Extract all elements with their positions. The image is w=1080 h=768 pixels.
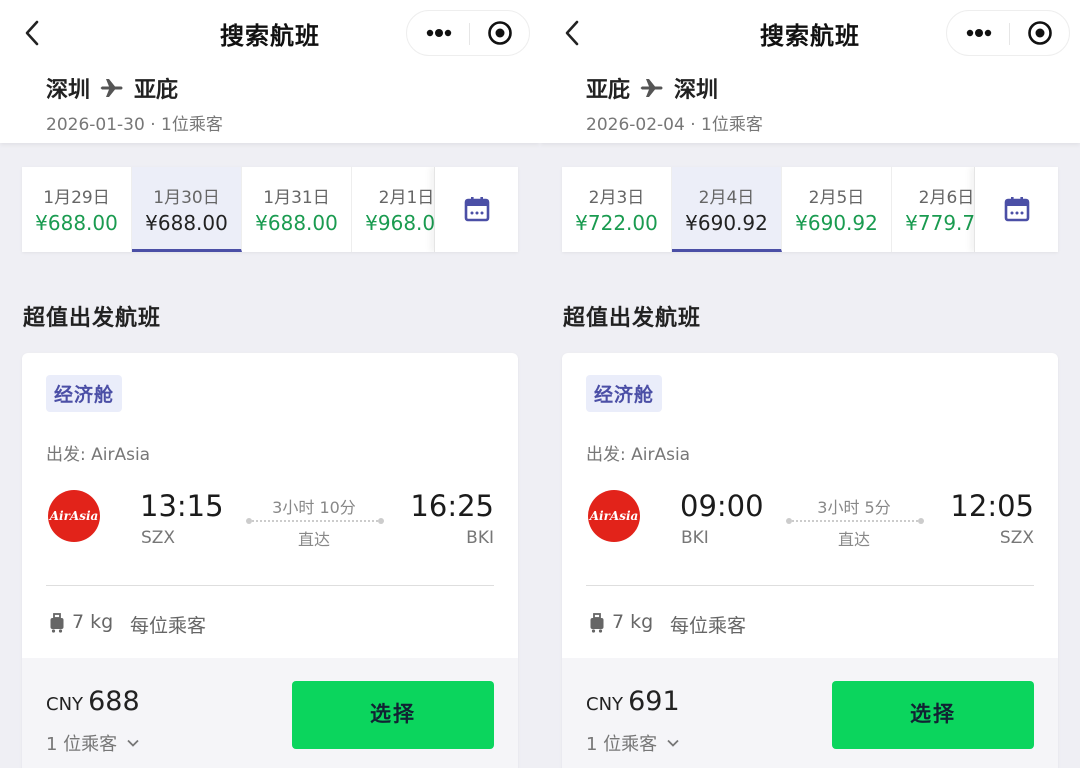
baggage-note: 每位乘客 — [130, 615, 207, 637]
baggage-allowance: 7 kg — [72, 611, 114, 633]
date-label: 2月4日 — [698, 188, 755, 208]
price-currency: CNY — [46, 694, 84, 715]
date-selector: 2月3日 ¥722.00 2月4日 ¥690.92 2月5日 ¥690.92 2… — [562, 167, 1058, 252]
section-title: 超值出发航班 — [563, 306, 702, 331]
route-destination: 亚庇 — [134, 78, 179, 103]
price-amount: 691 — [628, 686, 680, 717]
arrival-time: 16:25 — [410, 489, 494, 523]
stops-label: 直达 — [297, 530, 330, 549]
flight-card[interactable]: 经济舱 出发: AirAsia AirAsia 13:15 SZX 3小时 10… — [22, 353, 518, 768]
plane-icon — [100, 79, 123, 97]
flight-card[interactable]: 经济舱 出发: AirAsia AirAsia 09:00 BKI 3小时 5分… — [562, 353, 1058, 768]
cabin-badge: 经济舱 — [586, 375, 663, 412]
price-currency: CNY — [586, 694, 624, 715]
departure-time: 13:15 — [140, 489, 224, 523]
passenger-count: 1 位乘客 — [46, 734, 118, 755]
departure-time: 09:00 — [680, 489, 764, 523]
more-dots-icon[interactable] — [965, 23, 993, 43]
calendar-button[interactable] — [434, 167, 518, 252]
departure-airport: SZX — [141, 528, 176, 548]
search-subinfo: 2026-02-04 · 1位乘客 — [586, 115, 763, 135]
arrival-time: 12:05 — [950, 489, 1034, 523]
airasia-logo: AirAsia — [48, 490, 100, 542]
card-divider — [586, 585, 1034, 586]
arrival-airport: SZX — [999, 528, 1034, 548]
search-panel-return: 搜索航班 亚庇 深圳 2026-02-04 · 1位乘客 2月3日 ¥722.0… — [540, 0, 1080, 768]
search-panel-outbound: 搜索航班 深圳 亚庇 2026-01-30 · 1位乘客 1月29日 ¥688.… — [0, 0, 540, 768]
chevron-down-icon — [127, 739, 139, 747]
date-option[interactable]: 2月3日 ¥722.00 — [562, 167, 672, 252]
date-selector: 1月29日 ¥688.00 1月30日 ¥688.00 1月31日 ¥688.0… — [22, 167, 518, 252]
baggage-allowance: 7 kg — [612, 611, 654, 633]
passenger-selector[interactable]: 1 位乘客 — [586, 730, 679, 756]
calendar-icon — [464, 197, 490, 222]
arrival-airport: BKI — [466, 528, 494, 548]
date-price: ¥688.00 — [35, 211, 118, 235]
date-option[interactable]: 1月31日 ¥688.00 — [242, 167, 352, 252]
duration-line — [786, 518, 924, 524]
date-option-selected[interactable]: 1月30日 ¥688.00 — [132, 167, 242, 252]
capsule-divider — [469, 23, 470, 45]
more-dots-icon[interactable] — [425, 23, 453, 43]
date-price: ¥688.00 — [255, 211, 338, 235]
passenger-count: 1 位乘客 — [586, 734, 658, 755]
airasia-logo: AirAsia — [588, 490, 640, 542]
calendar-icon — [1004, 197, 1030, 222]
header: 搜索航班 亚庇 深圳 2026-02-04 · 1位乘客 — [540, 0, 1080, 143]
carrier-label: 出发: AirAsia — [46, 445, 151, 465]
mini-program-capsule — [946, 10, 1070, 56]
route-origin: 深圳 — [46, 78, 91, 103]
flight-duration: 3小时 10分 — [272, 498, 356, 517]
date-label: 1月31日 — [263, 188, 330, 208]
search-subinfo: 2026-01-30 · 1位乘客 — [46, 115, 223, 135]
date-price: ¥688.00 — [145, 211, 228, 235]
mini-program-capsule — [406, 10, 530, 56]
route-title: 深圳 亚庇 — [46, 72, 178, 104]
date-price: ¥690.92 — [685, 211, 768, 235]
passenger-selector[interactable]: 1 位乘客 — [46, 730, 139, 756]
route-origin: 亚庇 — [586, 78, 631, 103]
target-icon[interactable] — [487, 20, 513, 46]
section-title: 超值出发航班 — [23, 306, 162, 331]
card-footer: CNY 688 1 位乘客 选择 — [22, 658, 518, 768]
date-option-selected[interactable]: 2月4日 ¥690.92 — [672, 167, 782, 252]
duration-line — [246, 518, 384, 524]
target-icon[interactable] — [1027, 20, 1053, 46]
price: CNY 688 — [46, 686, 140, 717]
capsule-divider — [1009, 23, 1010, 45]
select-button[interactable]: 选择 — [832, 681, 1034, 749]
date-price: ¥722.00 — [575, 211, 658, 235]
date-option[interactable]: 2月5日 ¥690.92 — [782, 167, 892, 252]
card-footer: CNY 691 1 位乘客 选择 — [562, 658, 1058, 768]
baggage-note: 每位乘客 — [670, 615, 747, 637]
cabin-badge: 经济舱 — [46, 375, 123, 412]
departure-airport: BKI — [681, 528, 709, 548]
date-label: 1月29日 — [43, 188, 110, 208]
price-amount: 688 — [88, 686, 140, 717]
plane-icon — [640, 79, 663, 97]
route-title: 亚庇 深圳 — [586, 72, 718, 104]
price: CNY 691 — [586, 686, 680, 717]
card-divider — [46, 585, 494, 586]
date-price: ¥690.92 — [795, 211, 878, 235]
route-destination: 深圳 — [674, 78, 719, 103]
flight-duration: 3小时 5分 — [817, 498, 891, 517]
date-label: 2月3日 — [588, 188, 645, 208]
select-button[interactable]: 选择 — [292, 681, 494, 749]
date-label: 1月30日 — [153, 188, 220, 208]
luggage-icon — [50, 613, 64, 633]
stops-label: 直达 — [837, 530, 870, 549]
chevron-down-icon — [667, 739, 679, 747]
calendar-button[interactable] — [974, 167, 1058, 252]
date-option[interactable]: 1月29日 ¥688.00 — [22, 167, 132, 252]
luggage-icon — [590, 613, 604, 633]
date-label: 2月5日 — [808, 188, 865, 208]
carrier-label: 出发: AirAsia — [586, 445, 691, 465]
header: 搜索航班 深圳 亚庇 2026-01-30 · 1位乘客 — [0, 0, 540, 143]
